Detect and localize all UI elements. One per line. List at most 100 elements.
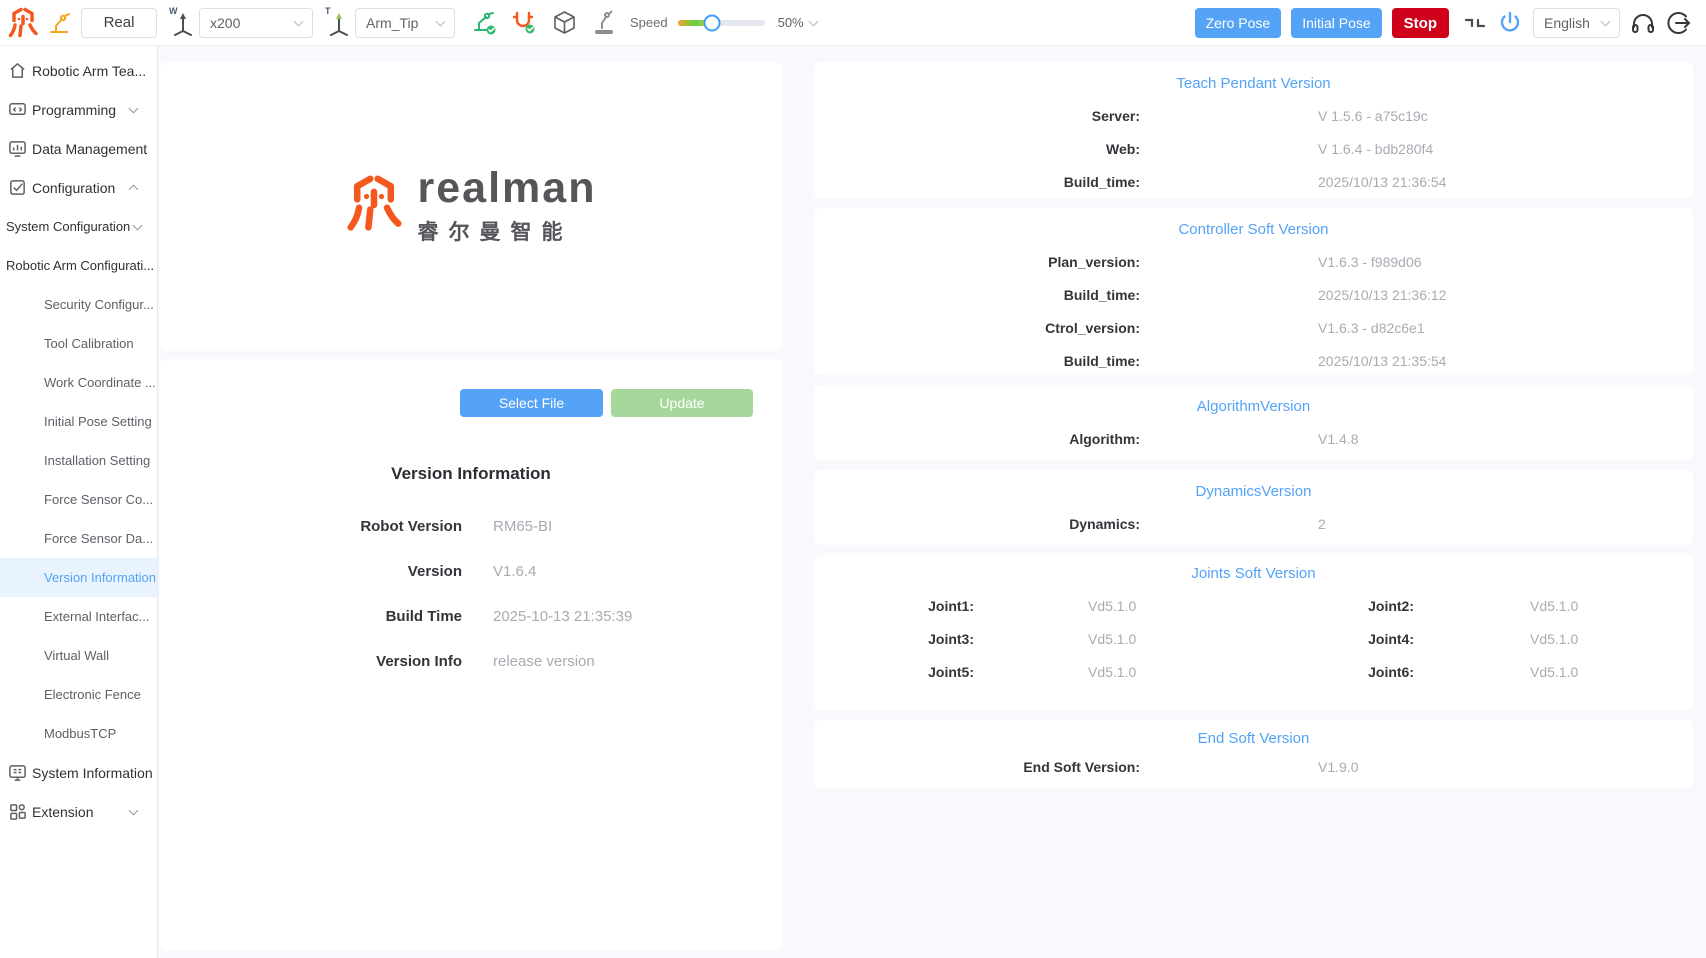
sidebar-item-programming[interactable]: Programming xyxy=(0,90,157,129)
sidebar-item-label: Extension xyxy=(32,804,93,820)
speed-slider-thumb[interactable] xyxy=(704,14,721,31)
panel-title: Teach Pendant Version xyxy=(814,62,1693,92)
sidebar-item-label: Security Configur... xyxy=(44,297,154,312)
cube-3d-icon[interactable] xyxy=(551,9,578,36)
sidebar-item-installation-setting[interactable]: Installation Setting xyxy=(0,441,157,480)
sidebar-item-label: Programming xyxy=(32,102,116,118)
sidebar-item-configuration[interactable]: Configuration xyxy=(0,168,157,207)
panel-row: Ctrol_version: V1.6.3 - d82c6e1 xyxy=(814,311,1693,344)
chevron-up-icon xyxy=(129,184,139,194)
panel-row: Algorithm: V1.4.8 xyxy=(814,422,1693,455)
row-value: 2025-10-13 21:35:39 xyxy=(462,608,782,625)
sidebar-item-label: Configuration xyxy=(32,180,115,196)
language-select[interactable]: English xyxy=(1533,8,1620,38)
world-axis-letter: W xyxy=(169,6,178,16)
row-label: Joint6: xyxy=(1254,664,1414,680)
version-row: Robot Version RM65-BI xyxy=(160,504,782,549)
arm-connected-icon[interactable] xyxy=(471,9,498,36)
chevron-down-icon xyxy=(436,16,446,26)
mode-selector[interactable]: Real xyxy=(81,8,157,38)
sidebar-item-label: Data Management xyxy=(32,141,147,157)
cable-connected-icon[interactable] xyxy=(511,9,538,36)
row-value: V1.4.8 xyxy=(1140,431,1693,447)
panel-row: Build_time: 2025/10/13 21:35:54 xyxy=(814,344,1693,377)
home-icon xyxy=(8,61,27,80)
version-card: Select File Update Version Information R… xyxy=(160,359,782,950)
chevron-down-icon xyxy=(1601,17,1611,27)
row-label: Build Time xyxy=(160,608,462,625)
sidebar-item-extension[interactable]: Extension xyxy=(0,792,157,831)
power-icon[interactable] xyxy=(1497,10,1523,36)
brand-name: realman xyxy=(418,167,597,210)
apps-icon xyxy=(8,802,27,821)
config-icon xyxy=(8,178,27,197)
language-value: English xyxy=(1544,15,1590,31)
controller-soft-version-panel: Controller Soft Version Plan_version: V1… xyxy=(814,208,1693,375)
sidebar-item-work-coordinate[interactable]: Work Coordinate ... xyxy=(0,363,157,402)
row-label: Robot Version xyxy=(160,518,462,535)
code-icon xyxy=(8,100,27,119)
chevron-down-icon xyxy=(808,16,818,26)
row-value: 2025/10/13 21:36:12 xyxy=(1140,287,1693,303)
frame-select[interactable]: Arm_Tip xyxy=(355,8,455,38)
row-label: Build_time: xyxy=(814,174,1140,190)
speed-percent-dropdown[interactable]: 50% xyxy=(778,15,817,30)
sidebar-item-label: Installation Setting xyxy=(44,453,150,468)
sidebar-item-electronic-fence[interactable]: Electronic Fence xyxy=(0,675,157,714)
step-scale-value: x200 xyxy=(210,15,240,31)
sidebar-item-system-information[interactable]: System Information xyxy=(0,753,157,792)
chevron-down-icon xyxy=(133,220,143,230)
step-scale-select[interactable]: x200 xyxy=(199,8,313,38)
sidebar-item-label: ModbusTCP xyxy=(44,726,116,741)
frame-value: Arm_Tip xyxy=(366,15,418,31)
sidebar-item-force-sensor-config[interactable]: Force Sensor Co... xyxy=(0,480,157,519)
top-toolbar: Real W x200 T Arm_Tip xyxy=(0,0,1706,46)
select-file-button[interactable]: Select File xyxy=(460,389,603,417)
chevron-down-icon xyxy=(129,805,139,815)
row-label: Algorithm: xyxy=(814,431,1140,447)
version-information-title: Version Information xyxy=(160,464,782,484)
chevron-down-icon xyxy=(129,103,139,113)
row-value: Vd5.1.0 xyxy=(1414,664,1693,680)
sidebar-item-force-sensor-data[interactable]: Force Sensor Da... xyxy=(0,519,157,558)
teach-arm-icon[interactable] xyxy=(47,10,73,36)
sidebar-item-system-configuration[interactable]: System Configuration xyxy=(0,207,157,246)
row-label: Build_time: xyxy=(814,287,1140,303)
sidebar-item-security-configuration[interactable]: Security Configur... xyxy=(0,285,157,324)
panel-title: DynamicsVersion xyxy=(814,470,1693,500)
headset-icon[interactable] xyxy=(1630,10,1656,36)
sidebar-item-version-information[interactable]: Version Information xyxy=(0,558,157,597)
row-value: Vd5.1.0 xyxy=(974,631,1254,647)
sidebar-item-initial-pose-setting[interactable]: Initial Pose Setting xyxy=(0,402,157,441)
logout-icon[interactable] xyxy=(1666,10,1692,36)
sidebar-item-virtual-wall[interactable]: Virtual Wall xyxy=(0,636,157,675)
update-button[interactable]: Update xyxy=(611,389,753,417)
row-label: Version Info xyxy=(160,653,462,670)
sidebar-item-label: Virtual Wall xyxy=(44,648,109,663)
algorithm-version-panel: AlgorithmVersion Algorithm: V1.4.8 xyxy=(814,385,1693,460)
panel-title: Joints Soft Version xyxy=(814,555,1693,582)
sidebar-item-external-interface[interactable]: External Interfac... xyxy=(0,597,157,636)
panel-row: Build_time: 2025/10/13 21:36:54 xyxy=(814,165,1693,198)
sidebar-item-modbustcp[interactable]: ModbusTCP xyxy=(0,714,157,753)
stop-button[interactable]: Stop xyxy=(1392,8,1449,38)
version-row: Build Time 2025-10-13 21:35:39 xyxy=(160,594,782,639)
zero-pose-button[interactable]: Zero Pose xyxy=(1195,8,1282,38)
panel-row: Joint3: Vd5.1.0 Joint4: Vd5.1.0 xyxy=(814,622,1693,655)
disconnect-icon[interactable] xyxy=(1463,11,1487,35)
sidebar-item-robotic-arm-configuration[interactable]: Robotic Arm Configurati... xyxy=(0,246,157,285)
sidebar-item-data-management[interactable]: Data Management xyxy=(0,129,157,168)
version-row: Version V1.6.4 xyxy=(160,549,782,594)
speed-slider[interactable] xyxy=(678,20,765,26)
sidebar-item-label: System Configuration xyxy=(6,219,130,234)
speed-percent-value: 50% xyxy=(778,15,804,30)
row-value: Vd5.1.0 xyxy=(974,664,1254,680)
initial-pose-button[interactable]: Initial Pose xyxy=(1291,8,1381,38)
robot-drag-icon[interactable] xyxy=(591,9,618,36)
sidebar-item-label: Tool Calibration xyxy=(44,336,134,351)
sidebar-item-robotic-arm-teaching[interactable]: Robotic Arm Tea... xyxy=(0,51,157,90)
version-row: Version Info release version xyxy=(160,639,782,684)
sidebar-item-tool-calibration[interactable]: Tool Calibration xyxy=(0,324,157,363)
row-value: Vd5.1.0 xyxy=(974,598,1254,614)
joints-soft-version-panel: Joints Soft Version Joint1: Vd5.1.0 Join… xyxy=(814,555,1693,710)
